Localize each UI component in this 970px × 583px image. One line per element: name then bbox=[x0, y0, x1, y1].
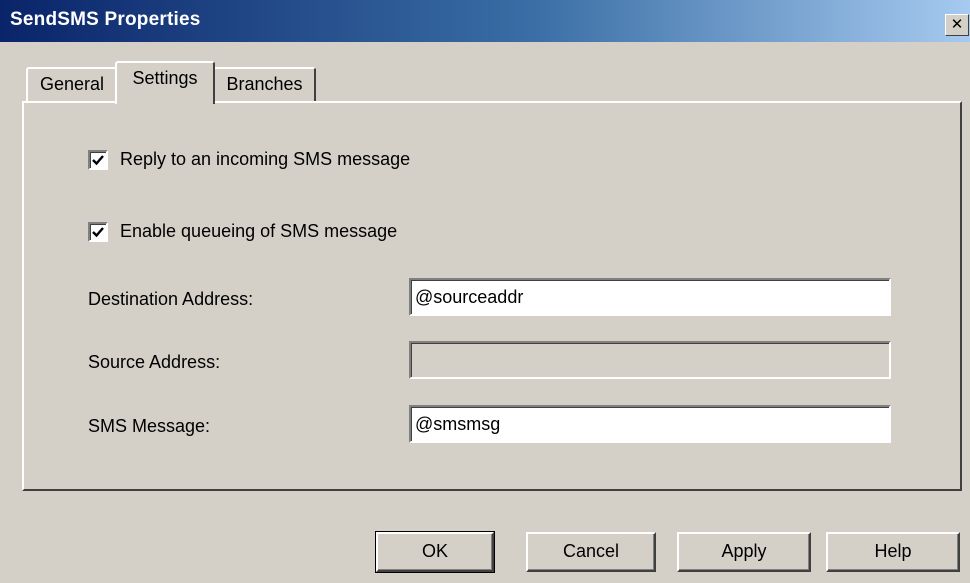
tab-general-label: General bbox=[39, 74, 105, 94]
cancel-button[interactable]: Cancel bbox=[526, 532, 656, 572]
ok-button[interactable]: OK bbox=[375, 531, 495, 573]
tab-general[interactable]: General bbox=[26, 67, 118, 101]
sms-message-label: SMS Message: bbox=[88, 416, 211, 436]
checkmark-icon bbox=[92, 226, 104, 237]
sendsms-properties-dialog: SendSMS Properties ✕ General Settings Br… bbox=[0, 0, 970, 583]
checkmark-icon bbox=[92, 154, 104, 165]
tab-settings-label: Settings bbox=[132, 68, 198, 88]
tab-branches[interactable]: Branches bbox=[213, 67, 316, 101]
close-icon: ✕ bbox=[950, 15, 964, 33]
queue-checkbox-label: Enable queueing of SMS message bbox=[120, 221, 398, 241]
apply-button[interactable]: Apply bbox=[677, 532, 811, 572]
queue-checkbox-row[interactable]: Enable queueing of SMS message bbox=[88, 221, 397, 242]
settings-tab-panel: Reply to an incoming SMS message Enable … bbox=[22, 101, 962, 491]
queue-checkbox[interactable] bbox=[88, 221, 108, 242]
tab-branches-label: Branches bbox=[226, 74, 303, 94]
help-button[interactable]: Help bbox=[826, 532, 960, 572]
sms-message-input[interactable] bbox=[409, 405, 891, 443]
title-bar[interactable]: SendSMS Properties ✕ bbox=[0, 0, 970, 42]
source-address-input bbox=[409, 341, 891, 379]
reply-checkbox-row[interactable]: Reply to an incoming SMS message bbox=[88, 149, 410, 170]
destination-address-label: Destination Address: bbox=[88, 289, 254, 309]
reply-checkbox[interactable] bbox=[88, 149, 108, 170]
source-address-label: Source Address: bbox=[88, 352, 221, 372]
destination-address-input[interactable] bbox=[409, 278, 891, 316]
reply-checkbox-label: Reply to an incoming SMS message bbox=[120, 149, 411, 169]
window-title: SendSMS Properties bbox=[10, 9, 201, 30]
close-button[interactable]: ✕ bbox=[945, 14, 969, 36]
tab-settings[interactable]: Settings bbox=[115, 61, 215, 104]
